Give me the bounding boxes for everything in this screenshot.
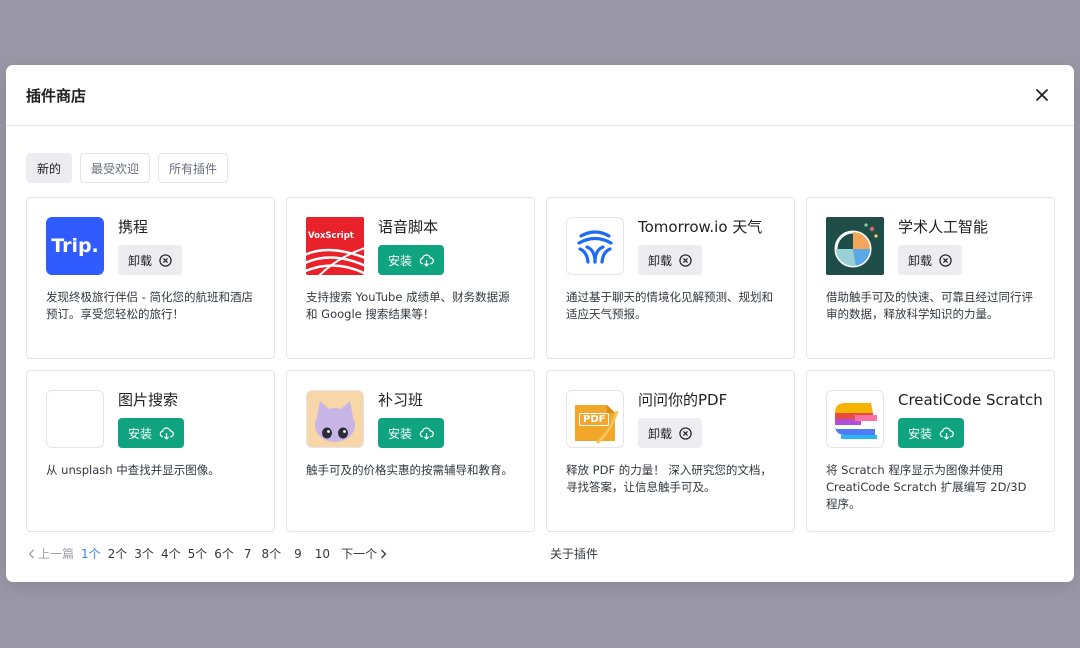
page-10[interactable]: 10 bbox=[315, 547, 330, 561]
plugin-description: 通过基于聊天的情境化见解预测、规划和适应天气预报。 bbox=[566, 290, 773, 321]
pdf-logo-text: PDF bbox=[579, 413, 610, 426]
install-label: 安装 bbox=[908, 426, 933, 441]
uninstall-button[interactable]: 卸载 bbox=[898, 245, 963, 275]
remove-circle-icon bbox=[679, 426, 692, 440]
uninstall-label: 卸载 bbox=[908, 253, 933, 268]
plugin-card: VoxScript 语音脚本 安装 支持搜索 YouTube 成绩单、财务数据源… bbox=[286, 197, 535, 359]
filter-tabs: 新的 最受欢迎 所有插件 bbox=[26, 153, 229, 183]
modal-title: 插件商店 bbox=[26, 86, 87, 105]
page-7[interactable]: 7 bbox=[244, 547, 252, 561]
uninstall-button[interactable]: 卸载 bbox=[638, 418, 703, 448]
plugin-name: 学术人工智能 bbox=[898, 218, 989, 236]
plugin-card: 补习班 安装 触手可及的价格实惠的按需辅导和教育。 bbox=[286, 370, 535, 532]
trip-logo-text: Trip. bbox=[51, 235, 99, 257]
plugin-description: 从 unsplash 中查找并显示图像。 bbox=[46, 463, 220, 477]
install-button[interactable]: 安装 bbox=[118, 418, 185, 448]
plugin-description: 支持搜索 YouTube 成绩单、财务数据源和 Google 搜索结果等！ bbox=[306, 290, 510, 321]
trip-logo: Trip. bbox=[46, 217, 104, 275]
install-label: 安装 bbox=[128, 426, 153, 441]
tab-popular[interactable]: 最受欢迎 bbox=[80, 153, 151, 183]
plugin-name: 携程 bbox=[118, 218, 149, 236]
uninstall-label: 卸载 bbox=[648, 253, 673, 268]
plugin-name: CreatiCode Scratch bbox=[898, 391, 1043, 409]
cloud-download-icon bbox=[419, 426, 434, 440]
page-5[interactable]: 5个 bbox=[188, 545, 208, 562]
tutor-logo bbox=[306, 390, 364, 448]
plugin-description: 发现终极旅行伴侣 - 简化您的航班和酒店预订。享受您轻松的旅行！ bbox=[46, 290, 253, 321]
cloud-download-icon bbox=[159, 426, 174, 440]
about-plugins-link[interactable]: 关于插件 bbox=[550, 545, 598, 562]
page-8[interactable]: 8个 bbox=[262, 545, 282, 562]
modal-header: 插件商店 bbox=[6, 65, 1074, 126]
remove-circle-icon bbox=[679, 253, 692, 267]
page-6[interactable]: 6个 bbox=[214, 545, 234, 562]
tomorrow-io-logo bbox=[566, 217, 624, 275]
next-page-button[interactable]: 下一个 bbox=[341, 545, 387, 562]
plugin-description: 将 Scratch 程序显示为图像并使用 CreatiCode Scratch … bbox=[826, 463, 1027, 511]
install-button[interactable]: 安装 bbox=[378, 418, 445, 448]
plugin-name: 语音脚本 bbox=[378, 218, 439, 236]
uninstall-label: 卸载 bbox=[648, 426, 673, 441]
plugin-card: 图片搜索 安装 从 unsplash 中查找并显示图像。 bbox=[26, 370, 275, 532]
plugin-store-modal: 插件商店 新的 最受欢迎 所有插件 Trip. 携程 卸载 发现终极旅行伴侣 -… bbox=[6, 65, 1074, 582]
plugin-name: 问问你的PDF bbox=[638, 391, 728, 409]
cloud-download-icon bbox=[939, 426, 954, 440]
page-4[interactable]: 4个 bbox=[161, 545, 181, 562]
remove-circle-icon bbox=[939, 253, 952, 267]
plugin-grid: Trip. 携程 卸载 发现终极旅行伴侣 - 简化您的航班和酒店预订。享受您轻松… bbox=[26, 197, 1055, 532]
page-3[interactable]: 3个 bbox=[134, 545, 154, 562]
voxscript-logo-text: VoxScript bbox=[308, 231, 354, 241]
creaticode-logo bbox=[826, 390, 884, 448]
page-1[interactable]: 1个 bbox=[81, 545, 101, 562]
plugin-description: 触手可及的价格实惠的按需辅导和教育。 bbox=[306, 463, 513, 477]
cloud-download-icon bbox=[419, 253, 434, 267]
image-search-logo bbox=[46, 390, 104, 448]
tab-all-plugins[interactable]: 所有插件 bbox=[158, 153, 229, 183]
pdf-logo: PDF bbox=[566, 390, 624, 448]
close-button[interactable] bbox=[1030, 83, 1054, 107]
plugin-description: 释放 PDF 的力量！ 深入研究您的文档，寻找答案，让信息触手可及。 bbox=[566, 463, 772, 494]
plugin-card: PDF 问问你的PDF 卸载 释放 PDF 的力量！ 深入研究您的文档，寻找答案… bbox=[546, 370, 795, 532]
plugin-card: Trip. 携程 卸载 发现终极旅行伴侣 - 简化您的航班和酒店预订。享受您轻松… bbox=[26, 197, 275, 359]
page-2[interactable]: 2个 bbox=[108, 545, 128, 562]
prev-page-label: 上一篇 bbox=[38, 547, 75, 561]
plugin-name: 补习班 bbox=[378, 391, 424, 409]
pagination: 上一篇 1个 2个 3个 4个 5个 6个 7 8个 9 10 下一个 bbox=[28, 545, 387, 562]
plugin-card: 学术人工智能 卸载 借助触手可及的快速、可靠且经过同行评审的数据，释放科学知识的… bbox=[806, 197, 1055, 359]
install-label: 安装 bbox=[388, 253, 413, 268]
remove-circle-icon bbox=[159, 253, 172, 267]
plugin-card: CreatiCode Scratch 安装 将 Scratch 程序显示为图像并… bbox=[806, 370, 1055, 532]
scholar-ai-logo bbox=[826, 217, 884, 275]
plugin-card: Tomorrow.io 天气 卸载 通过基于聊天的情境化见解预测、规划和适应天气… bbox=[546, 197, 795, 359]
next-page-label: 下一个 bbox=[341, 547, 378, 561]
chevron-right-icon bbox=[381, 549, 387, 558]
close-icon bbox=[1036, 89, 1048, 101]
uninstall-button[interactable]: 卸载 bbox=[118, 245, 183, 275]
chevron-left-icon bbox=[28, 549, 34, 558]
plugin-description: 借助触手可及的快速、可靠且经过同行评审的数据，释放科学知识的力量。 bbox=[826, 290, 1033, 321]
uninstall-label: 卸载 bbox=[128, 253, 153, 268]
plugin-name: Tomorrow.io 天气 bbox=[638, 218, 763, 236]
prev-page-button[interactable]: 上一篇 bbox=[28, 545, 74, 562]
tab-new[interactable]: 新的 bbox=[26, 153, 73, 183]
plugin-name: 图片搜索 bbox=[118, 391, 179, 409]
uninstall-button[interactable]: 卸载 bbox=[638, 245, 703, 275]
install-button[interactable]: 安装 bbox=[378, 245, 445, 275]
install-label: 安装 bbox=[388, 426, 413, 441]
voxscript-logo: VoxScript bbox=[306, 217, 364, 275]
page-9[interactable]: 9 bbox=[294, 547, 302, 561]
install-button[interactable]: 安装 bbox=[898, 418, 965, 448]
